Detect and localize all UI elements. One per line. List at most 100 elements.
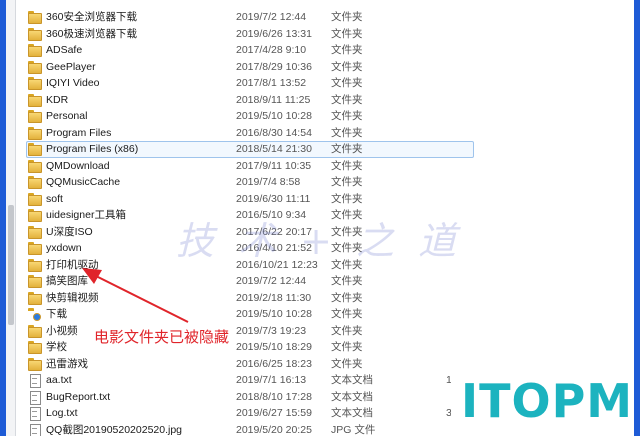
file-name: Program Files: [46, 126, 112, 139]
file-row[interactable]: 360极速浏览器下载 2019/6/26 13:31 文件夹: [24, 26, 624, 43]
folder-icon: [28, 143, 42, 156]
folder-icon: [28, 126, 42, 140]
file-type: 文件夹: [331, 341, 363, 353]
file-type: 文本文档: [331, 374, 373, 386]
file-name: aa.txt: [46, 374, 72, 386]
file-date: 2019/7/1 16:13: [236, 374, 307, 386]
file-name: 迅雷游戏: [46, 357, 88, 370]
file-date: 2019/7/2 12:44: [236, 11, 307, 23]
file-name: 搞笑图库: [46, 275, 88, 287]
folder-icon: [28, 242, 42, 255]
file-date: 2017/8/1 13:52: [236, 77, 307, 89]
file-row[interactable]: KDR 2018/9/11 11:25 文件夹: [24, 92, 624, 109]
file-row[interactable]: Program Files 2016/8/30 14:54 文件夹: [24, 125, 624, 142]
folder-icon: [28, 209, 42, 222]
file-date: 2019/7/3 19:23: [236, 324, 307, 337]
file-date: 2019/5/10 10:28: [236, 308, 312, 320]
file-date: 2019/6/26 13:31: [236, 27, 312, 40]
scrollbar-thumb[interactable]: [8, 205, 14, 325]
file-date: 2017/4/28 9:10: [236, 44, 307, 56]
file-type: 文件夹: [331, 324, 363, 337]
file-date: 2016/8/30 14:54: [236, 126, 312, 139]
file-row[interactable]: QMDownload 2017/9/11 10:35 文件夹: [24, 158, 624, 175]
folder-icon: [28, 93, 42, 107]
file-name: QMDownload: [46, 159, 110, 172]
file-icon: [28, 390, 42, 405]
file-name: IQIYI Video: [46, 77, 100, 89]
file-icon: [28, 374, 42, 388]
file-name: Program Files (x86): [46, 143, 139, 155]
folder-icon: [28, 176, 42, 189]
folder-icon: [28, 225, 42, 239]
file-date: 2017/9/11 10:35: [236, 159, 312, 172]
file-row[interactable]: ADSafe 2017/4/28 9:10 文件夹: [24, 42, 624, 59]
file-row[interactable]: 下载 2019/5/10 10:28 文件夹: [24, 306, 624, 323]
file-date: 2019/7/4 8:58: [236, 176, 301, 188]
file-date: 2019/2/18 11:30: [236, 291, 312, 304]
folder-icon: [28, 60, 42, 74]
file-row[interactable]: GeePlayer 2017/8/29 10:36 文件夹: [24, 59, 624, 76]
file-type: 文件夹: [331, 357, 363, 370]
file-row[interactable]: QQMusicCache 2019/7/4 8:58 文件夹: [24, 174, 624, 191]
file-type: 文件夹: [331, 44, 363, 56]
file-type: 文件夹: [331, 110, 363, 122]
file-type: 文件夹: [331, 60, 363, 73]
file-date: 2018/8/10 17:28: [236, 390, 312, 403]
folder-icon: [28, 27, 42, 41]
file-row[interactable]: IQIYI Video 2017/8/1 13:52 文件夹: [24, 75, 624, 92]
file-type: 文本文档: [331, 390, 373, 403]
folder-icon: [28, 357, 42, 371]
folder-icon: [28, 341, 42, 354]
navigation-scrollbar[interactable]: [6, 0, 16, 436]
explorer-window: 360安全浏览器下载 2019/7/2 12:44 文件夹 360极速浏览器下载 201…: [6, 0, 634, 436]
file-type: 文件夹: [331, 291, 363, 304]
file-name: BugReport.txt: [46, 390, 111, 403]
file-name: yxdown: [46, 242, 82, 254]
folder-icon: [28, 11, 42, 24]
file-date: 2019/6/30 11:11: [236, 192, 311, 205]
folder-icon: [28, 291, 42, 305]
file-type: 文件夹: [331, 308, 363, 320]
file-date: 2016/6/25 18:23: [236, 357, 312, 370]
file-name: QQ截图20190520202520.jpg: [46, 423, 183, 436]
file-type: 文件夹: [331, 275, 363, 287]
folder-icon: [28, 110, 42, 123]
file-type: 文本文档: [331, 407, 373, 419]
file-name: Log.txt: [46, 407, 78, 419]
file-type: 文件夹: [331, 93, 363, 106]
file-date: 2018/5/14 21:30: [236, 143, 312, 155]
file-row[interactable]: Personal 2019/5/10 10:28 文件夹: [24, 108, 624, 125]
file-name: KDR: [46, 93, 69, 106]
file-row[interactable]: 360安全浏览器下载 2019/7/2 12:44 文件夹: [24, 9, 624, 26]
file-date: 2019/5/10 18:29: [236, 341, 312, 353]
file-type: JPG 文件: [331, 423, 376, 436]
file-name: 小视频: [46, 324, 78, 337]
file-type: 文件夹: [331, 143, 363, 155]
file-name: GeePlayer: [46, 60, 96, 73]
file-date: 2019/6/27 15:59: [236, 407, 312, 419]
file-date: 2018/9/11 11:25: [236, 93, 311, 106]
file-name: uidesigner工具箱: [46, 209, 126, 221]
download-icon: [28, 308, 42, 321]
folder-icon: [28, 275, 42, 288]
file-icon: [28, 423, 42, 436]
file-icon: [28, 407, 42, 421]
file-row[interactable]: 快剪辑视频 2019/2/18 11:30 文件夹: [24, 290, 624, 307]
file-date: 2019/7/2 12:44: [236, 275, 307, 287]
folder-icon: [28, 44, 42, 57]
file-date: 2019/5/20 20:25: [236, 423, 312, 436]
folder-icon: [28, 77, 42, 90]
file-name: U深度ISO: [46, 225, 93, 238]
file-type: 文件夹: [331, 77, 363, 89]
watermark: 技 术 + 之 道: [176, 219, 463, 263]
folder-icon: [28, 258, 42, 272]
file-type: 文件夹: [331, 11, 363, 23]
file-name: 打印机驱动: [46, 258, 99, 271]
file-row[interactable]: soft 2019/6/30 11:11 文件夹: [24, 191, 624, 208]
file-row[interactable]: 搞笑图库 2019/7/2 12:44 文件夹: [24, 273, 624, 290]
folder-icon: [28, 159, 42, 173]
logo: ITOPM: [451, 366, 634, 436]
file-row[interactable]: Program Files (x86) 2018/5/14 21:30 文件夹: [24, 141, 624, 158]
file-date: 2019/5/10 10:28: [236, 110, 312, 122]
file-type: 文件夹: [331, 159, 363, 172]
